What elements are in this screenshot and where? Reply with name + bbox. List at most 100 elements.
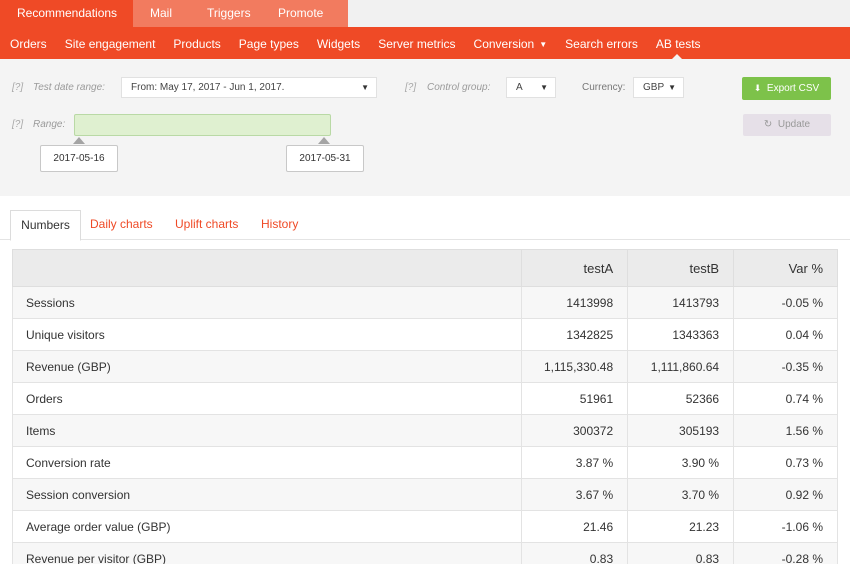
nav-conversion[interactable]: Conversion ▼	[464, 27, 556, 59]
metric-name-cell: Orders	[11, 382, 523, 415]
range-slider-bar[interactable]	[74, 114, 331, 136]
export-csv-label: Export CSV	[766, 83, 820, 94]
test-date-range-label: Test date range:	[33, 82, 105, 93]
ab-results-table-wrap: testA testB Var % Sessions 1413998 1413793…	[11, 249, 838, 564]
var-percent-cell: 0.92 %	[733, 478, 838, 511]
table-body: Sessions 1413998 1413793 -0.05 % Unique visi…	[11, 286, 838, 564]
var-percent-cell: 0.04 %	[733, 318, 838, 351]
nav-widgets[interactable]: Widgets	[307, 27, 368, 59]
header-var: Var %	[733, 249, 838, 287]
range-label: Range:	[33, 119, 66, 130]
top-bar: Recommendations Mail Triggers Promote	[0, 0, 850, 27]
testb-value-cell: 1,111,860.64	[627, 350, 735, 383]
download-icon: ⬇	[753, 83, 762, 93]
update-label: Update	[777, 119, 811, 130]
table-row: Revenue (GBP) 1,115,330.48 1,111,860.64 -0.…	[11, 350, 838, 383]
date-range-value: From: May 17, 2017 - Jun 1, 2017.	[131, 82, 285, 93]
var-percent-cell: 0.73 %	[733, 446, 838, 479]
export-csv-button[interactable]: ⬇ Export CSV	[742, 77, 831, 100]
nav-page-types[interactable]: Page types	[229, 27, 307, 59]
nav-conversion-label: Conversion	[473, 37, 535, 51]
top-tab-recommendations[interactable]: Recommendations	[0, 0, 133, 27]
dropdown-arrow-icon: ▼	[361, 83, 369, 92]
testa-value-cell: 0.83	[521, 542, 629, 564]
var-percent-cell: 1.56 %	[733, 414, 838, 447]
tab-daily-charts[interactable]: Daily charts	[90, 210, 153, 240]
table-row: Items 300372 305193 1.56 %	[11, 414, 838, 447]
var-percent-cell: 0.74 %	[733, 382, 838, 415]
testa-value-cell: 300372	[521, 414, 629, 447]
top-tab-promote[interactable]: Promote	[261, 0, 348, 27]
var-percent-cell: -0.05 %	[733, 286, 838, 319]
currency-label: Currency:	[582, 82, 626, 93]
help-control-group[interactable]: [?]	[405, 82, 416, 93]
dropdown-arrow-icon: ▼	[540, 83, 548, 92]
control-group-label: Control group:	[427, 82, 491, 93]
var-percent-cell: -0.35 %	[733, 350, 838, 383]
testa-value-cell: 3.87 %	[521, 446, 629, 479]
testa-value-cell: 3.67 %	[521, 478, 629, 511]
range-end-handle[interactable]	[318, 137, 330, 144]
testb-value-cell: 0.83	[627, 542, 735, 564]
help-range[interactable]: [?]	[12, 119, 23, 130]
refresh-icon: ↻	[763, 119, 773, 130]
update-button[interactable]: ↻ Update	[743, 114, 831, 136]
metric-name-cell: Revenue (GBP)	[11, 350, 523, 383]
top-tab-triggers[interactable]: Triggers	[190, 0, 261, 27]
range-start-date: 2017-05-16	[40, 145, 118, 172]
nav-orders[interactable]: Orders	[0, 27, 55, 59]
table-row: Conversion rate 3.87 % 3.90 % 0.73 %	[11, 446, 838, 479]
control-group-value: A	[516, 82, 523, 93]
header-testb: testB	[627, 249, 735, 287]
header-metric	[11, 249, 523, 287]
dropdown-arrow-icon: ▼	[668, 83, 676, 92]
header-testa: testA	[521, 249, 629, 287]
testb-value-cell: 3.70 %	[627, 478, 735, 511]
table-row: Average order value (GBP) 21.46 21.23 -1.06…	[11, 510, 838, 543]
top-tab-mail[interactable]: Mail	[133, 0, 190, 27]
testb-value-cell: 1413793	[627, 286, 735, 319]
tab-numbers[interactable]: Numbers	[10, 210, 81, 241]
control-group-select[interactable]: A ▼	[506, 77, 556, 98]
currency-value: GBP	[643, 82, 665, 93]
tab-uplift-charts[interactable]: Uplift charts	[175, 210, 238, 240]
caret-down-icon: ▼	[539, 40, 548, 49]
sub-nav: Orders Site engagement Products Page typ…	[0, 27, 850, 59]
nav-site-engagement[interactable]: Site engagement	[55, 27, 164, 59]
testb-value-cell: 3.90 %	[627, 446, 735, 479]
range-start-handle[interactable]	[73, 137, 85, 144]
testa-value-cell: 1342825	[521, 318, 629, 351]
testa-value-cell: 21.46	[521, 510, 629, 543]
nav-search-errors[interactable]: Search errors	[555, 27, 646, 59]
nav-server-metrics[interactable]: Server metrics	[368, 27, 463, 59]
metric-name-cell: Unique visitors	[11, 318, 523, 351]
table-row: Orders 51961 52366 0.74 %	[11, 382, 838, 415]
table-header-row: testA testB Var %	[11, 249, 838, 287]
var-percent-cell: -0.28 %	[733, 542, 838, 564]
results-tabs: Numbers Daily charts Uplift charts Histo…	[0, 196, 850, 241]
metric-name-cell: Conversion rate	[11, 446, 523, 479]
var-percent-cell: -1.06 %	[733, 510, 838, 543]
currency-select[interactable]: GBP ▼	[633, 77, 684, 98]
metric-name-cell: Average order value (GBP)	[11, 510, 523, 543]
testb-value-cell: 52366	[627, 382, 735, 415]
tab-history[interactable]: History	[261, 210, 298, 240]
testb-value-cell: 1343363	[627, 318, 735, 351]
testa-value-cell: 1,115,330.48	[521, 350, 629, 383]
table-row: Revenue per visitor (GBP) 0.83 0.83 -0.28 %	[11, 542, 838, 564]
nav-ab-tests[interactable]: AB tests	[646, 27, 709, 59]
metric-name-cell: Items	[11, 414, 523, 447]
metric-name-cell: Session conversion	[11, 478, 523, 511]
nav-products[interactable]: Products	[163, 27, 228, 59]
ab-results-table: testA testB Var % Sessions 1413998 1413793…	[11, 249, 838, 564]
metric-name-cell: Sessions	[11, 286, 523, 319]
testb-value-cell: 21.23	[627, 510, 735, 543]
testb-value-cell: 305193	[627, 414, 735, 447]
table-row: Session conversion 3.67 % 3.70 % 0.92 %	[11, 478, 838, 511]
metric-name-cell: Revenue per visitor (GBP)	[11, 542, 523, 564]
help-test-date-range[interactable]: [?]	[12, 82, 23, 93]
date-range-select[interactable]: From: May 17, 2017 - Jun 1, 2017. ▼	[121, 77, 377, 98]
range-end-date: 2017-05-31	[286, 145, 364, 172]
table-row: Sessions 1413998 1413793 -0.05 %	[11, 286, 838, 319]
testa-value-cell: 51961	[521, 382, 629, 415]
